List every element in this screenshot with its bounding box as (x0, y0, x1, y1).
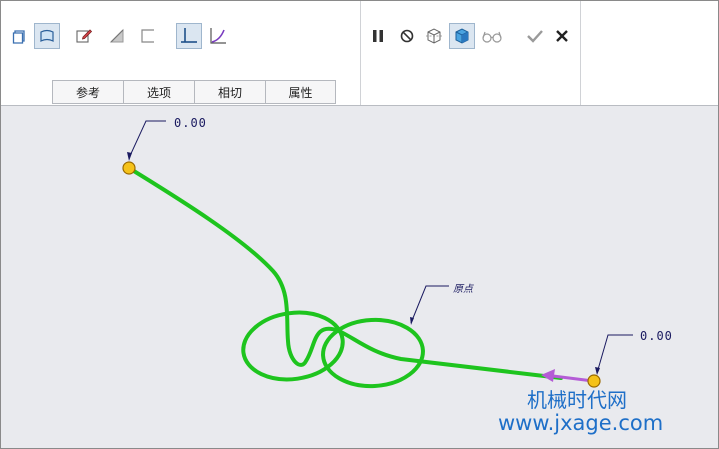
glasses-preview-icon[interactable] (479, 23, 505, 49)
dashboard-tabs: 参考 选项 相切 属性 (52, 80, 336, 104)
shaded-preview-icon[interactable] (449, 23, 475, 49)
confirm-check-icon[interactable] (522, 23, 548, 49)
ribbon-divider (580, 1, 581, 105)
solid-cube-icon[interactable] (6, 23, 32, 49)
straight-tangent-icon[interactable] (176, 23, 202, 49)
wireframe-preview-icon[interactable] (421, 23, 447, 49)
start-endpoint (122, 161, 136, 175)
curvature-icon[interactable] (205, 23, 231, 49)
no-entry-icon[interactable] (394, 23, 420, 49)
tab-tangency[interactable]: 相切 (194, 80, 265, 104)
tab-options[interactable]: 选项 (123, 80, 194, 104)
cancel-x-icon[interactable] (549, 23, 575, 49)
tab-references[interactable]: 参考 (52, 80, 123, 104)
edit-pencil-icon[interactable] (71, 23, 97, 49)
dimension-leader-start (128, 120, 166, 159)
watermark-title: 机械时代网 (527, 388, 627, 412)
dimension-leader-end (596, 334, 633, 374)
start-dimension-value[interactable]: 0.00 (174, 116, 207, 130)
open-shape-icon[interactable] (135, 23, 161, 49)
tab-properties[interactable]: 属性 (265, 80, 336, 104)
watermark-url: www.jxage.com (498, 411, 664, 435)
curve-label: 原点 (453, 284, 473, 295)
ribbon-divider (360, 1, 361, 105)
app-window: 参考 选项 相切 属性 0.00 0.00 原点 机械时代网 www.jxage… (0, 0, 719, 449)
end-dimension-value[interactable]: 0.00 (640, 329, 673, 343)
surface-icon[interactable] (34, 23, 60, 49)
thicken-icon[interactable] (104, 23, 130, 49)
ribbon-toolbar: 参考 选项 相切 属性 (1, 1, 718, 106)
tangent-arrowhead (541, 369, 555, 382)
curve-label-leader (410, 285, 449, 324)
pause-icon[interactable] (365, 23, 391, 49)
sketched-curve (127, 166, 563, 380)
